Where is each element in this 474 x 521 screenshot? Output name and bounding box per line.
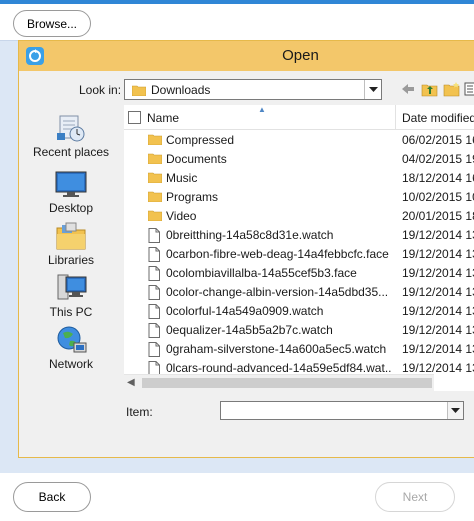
column-header-name[interactable]: Name — [147, 111, 179, 125]
folder-icon — [131, 84, 147, 99]
this-pc-icon — [54, 273, 88, 303]
file-row[interactable]: 0colombiavillalba-14a55cef5b3.face 19/12/… — [124, 264, 474, 283]
dialog-titlebar[interactable]: Open — [19, 41, 474, 71]
file-name: Documents — [166, 152, 227, 166]
file-date-modified: 19/12/2014 13 — [402, 342, 474, 356]
file-row[interactable]: 0breitthing-14a58c8d31e.watch 19/12/2014 … — [124, 226, 474, 245]
file-row[interactable]: 0color-change-albin-version-14a5dbd35...… — [124, 283, 474, 302]
scroll-left-icon[interactable]: ◀ — [127, 377, 135, 388]
file-name: 0graham-silverstone-14a600a5ec5.watch — [166, 342, 387, 356]
file-date-modified: 19/12/2014 13 — [402, 266, 474, 280]
folder-icon — [147, 152, 163, 167]
recent-places-icon — [54, 113, 88, 143]
desktop-icon — [54, 169, 88, 199]
file-name: 0colombiavillalba-14a55cef5b3.face — [166, 266, 357, 280]
folder-icon — [147, 133, 163, 148]
folder-icon — [147, 190, 163, 205]
file-date-modified: 19/12/2014 13 — [402, 361, 474, 375]
item-label: Item: — [126, 405, 153, 419]
file-icon — [148, 285, 160, 303]
file-icon — [148, 304, 160, 322]
file-icon — [148, 323, 160, 341]
up-folder-icon[interactable] — [421, 81, 438, 97]
places-bar: Recent places Desktop Libraries This PC … — [19, 105, 123, 375]
file-name: Programs — [166, 190, 219, 204]
file-name: Video — [166, 209, 197, 223]
file-name: 0equalizer-14a5b5a2b7c.watch — [166, 323, 333, 337]
file-date-modified: 19/12/2014 13 — [402, 323, 474, 337]
place-network[interactable]: Network — [19, 325, 123, 371]
file-row[interactable]: Video 20/01/2015 18 — [124, 207, 474, 226]
place-label: Desktop — [48, 201, 94, 215]
place-label: Network — [48, 357, 93, 371]
place-libraries[interactable]: Libraries — [19, 221, 123, 267]
file-name: 0colorful-14a549a0909.watch — [166, 304, 324, 318]
network-icon — [54, 325, 88, 355]
file-row[interactable]: 0carbon-fibre-web-deag-14a4febbcfc.face 1… — [124, 245, 474, 264]
browse-button[interactable]: Browse... — [13, 10, 91, 37]
file-icon — [148, 342, 160, 360]
libraries-icon — [54, 221, 88, 251]
file-row[interactable]: Programs 10/02/2015 10 — [124, 188, 474, 207]
place-recent-places[interactable]: Recent places — [19, 113, 123, 159]
file-date-modified: 19/12/2014 13 — [402, 304, 474, 318]
file-date-modified: 18/12/2014 16 — [402, 171, 474, 185]
file-row[interactable]: Documents 04/02/2015 19 — [124, 150, 474, 169]
select-all-checkbox[interactable] — [128, 111, 141, 124]
chevron-down-icon[interactable] — [364, 80, 381, 99]
open-dialog: Open Look in: Downloads Recent places De… — [18, 40, 474, 458]
file-list[interactable]: ▲ Name Date modified Compressed 06/02/201… — [124, 105, 474, 391]
next-button[interactable]: Next — [375, 482, 455, 512]
look-in-label: Look in: — [79, 83, 122, 97]
file-date-modified: 10/02/2015 10 — [402, 190, 474, 204]
place-label: Libraries — [47, 253, 95, 267]
column-divider[interactable] — [395, 105, 396, 129]
new-folder-icon[interactable] — [443, 81, 460, 97]
file-date-modified: 06/02/2015 16 — [402, 133, 474, 147]
file-name: 0color-change-albin-version-14a5dbd35... — [166, 285, 389, 299]
place-label: This PC — [49, 305, 93, 319]
file-icon — [148, 228, 160, 246]
file-date-modified: 19/12/2014 13 — [402, 247, 474, 261]
file-row[interactable]: 0colorful-14a549a0909.watch 19/12/2014 13 — [124, 302, 474, 321]
back-button[interactable]: Back — [13, 482, 91, 512]
folder-icon — [147, 209, 163, 224]
file-name: Music — [166, 171, 198, 185]
file-row[interactable]: 0equalizer-14a5b5a2b7c.watch 19/12/2014 1… — [124, 321, 474, 340]
view-menu-icon[interactable] — [464, 81, 474, 97]
chevron-down-icon[interactable] — [447, 402, 463, 419]
file-icon — [148, 247, 160, 265]
file-name: 0carbon-fibre-web-deag-14a4febbcfc.face — [166, 247, 389, 261]
file-row[interactable]: Compressed 06/02/2015 16 — [124, 131, 474, 150]
file-date-modified: 20/01/2015 18 — [402, 209, 474, 223]
horizontal-scrollbar[interactable]: ◀ — [124, 374, 434, 391]
top-accent-strip — [0, 0, 474, 4]
file-row[interactable]: 0graham-silverstone-14a600a5ec5.watch 19/… — [124, 340, 474, 359]
dialog-title: Open — [282, 47, 319, 64]
file-name: 0lcars-round-advanced-14a59e5df84.wat... — [166, 361, 392, 375]
file-list-header: ▲ Name Date modified — [124, 105, 474, 130]
item-input[interactable] — [220, 401, 464, 420]
look-in-value: Downloads — [151, 83, 211, 97]
column-header-date[interactable]: Date modified — [402, 111, 474, 125]
back-arrow-icon[interactable] — [400, 81, 416, 97]
file-name: 0breitthing-14a58c8d31e.watch — [166, 228, 334, 242]
place-desktop[interactable]: Desktop — [19, 169, 123, 215]
file-date-modified: 19/12/2014 13 — [402, 285, 474, 299]
folder-icon — [147, 171, 163, 186]
file-date-modified: 04/02/2015 19 — [402, 152, 474, 166]
file-icon — [148, 266, 160, 284]
place-label: Recent places — [32, 145, 110, 159]
file-name: Compressed — [166, 133, 235, 147]
scrollbar-thumb[interactable] — [142, 378, 432, 388]
file-row[interactable]: Music 18/12/2014 16 — [124, 169, 474, 188]
look-in-select[interactable]: Downloads — [124, 79, 382, 100]
file-date-modified: 19/12/2014 13 — [402, 228, 474, 242]
place-this-pc[interactable]: This PC — [19, 273, 123, 319]
sort-ascending-icon: ▲ — [258, 105, 266, 114]
